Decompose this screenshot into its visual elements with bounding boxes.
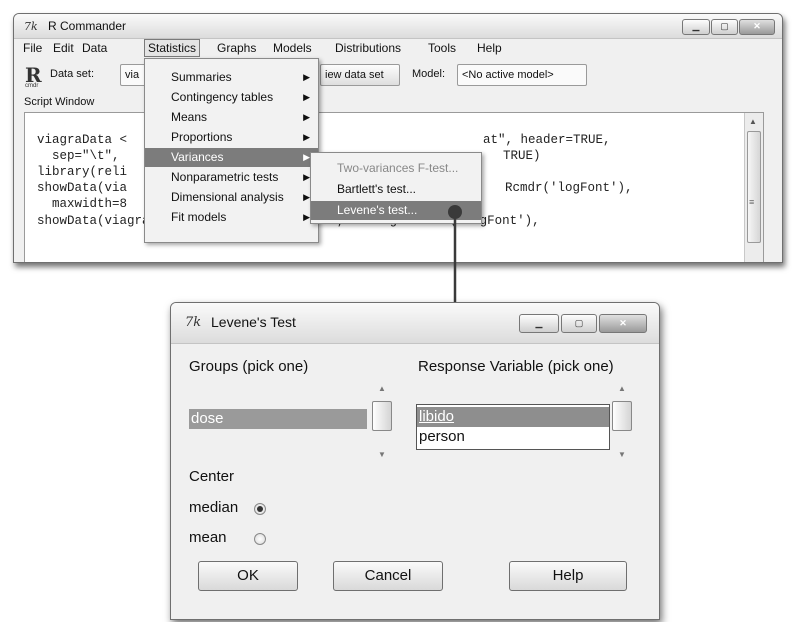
list-item[interactable]: libido bbox=[417, 407, 609, 427]
dialog-body: Groups (pick one) Response Variable (pic… bbox=[171, 344, 659, 619]
scroll-down-icon[interactable]: ▼ bbox=[611, 450, 633, 464]
dialog-minimize-button[interactable]: ▁ bbox=[519, 314, 559, 333]
mean-label: mean bbox=[189, 529, 227, 546]
list-item[interactable]: dose bbox=[189, 409, 367, 429]
cancel-button[interactable]: Cancel bbox=[333, 561, 443, 591]
scroll-down-icon[interactable]: ▼ bbox=[371, 450, 393, 464]
response-scrollbar[interactable]: ▲ ▼ bbox=[611, 382, 633, 466]
response-variable-label: Response Variable (pick one) bbox=[418, 358, 614, 375]
median-radio[interactable] bbox=[254, 503, 266, 515]
dialog-title: Levene's Test bbox=[211, 314, 296, 330]
dialog-maximize-button[interactable]: ▢ bbox=[561, 314, 597, 333]
radio-dot-icon bbox=[257, 506, 263, 512]
ok-button[interactable]: OK bbox=[198, 561, 298, 591]
mean-radio[interactable] bbox=[254, 533, 266, 545]
help-button[interactable]: Help bbox=[509, 561, 627, 591]
levenes-test-dialog: 7k Levene's Test ▁ ▢ ✕ Groups (pick one)… bbox=[170, 302, 660, 620]
scroll-thumb[interactable] bbox=[612, 401, 632, 431]
center-label: Center bbox=[189, 468, 235, 485]
groups-scrollbar[interactable]: ▲ ▼ bbox=[371, 382, 393, 466]
list-item[interactable]: person bbox=[417, 427, 609, 447]
groups-label: Groups (pick one) bbox=[189, 358, 309, 375]
dialog-title-bar: 7k Levene's Test ▁ ▢ ✕ bbox=[171, 303, 659, 344]
median-label: median bbox=[189, 499, 239, 516]
scroll-thumb[interactable] bbox=[372, 401, 392, 431]
scroll-up-icon[interactable]: ▲ bbox=[371, 384, 393, 398]
groups-listbox[interactable]: dose bbox=[189, 406, 367, 432]
app-icon: 7k bbox=[185, 315, 202, 330]
scroll-up-icon[interactable]: ▲ bbox=[611, 384, 633, 398]
response-variable-listbox[interactable]: libido person bbox=[416, 404, 610, 450]
dialog-close-button[interactable]: ✕ bbox=[599, 314, 647, 333]
